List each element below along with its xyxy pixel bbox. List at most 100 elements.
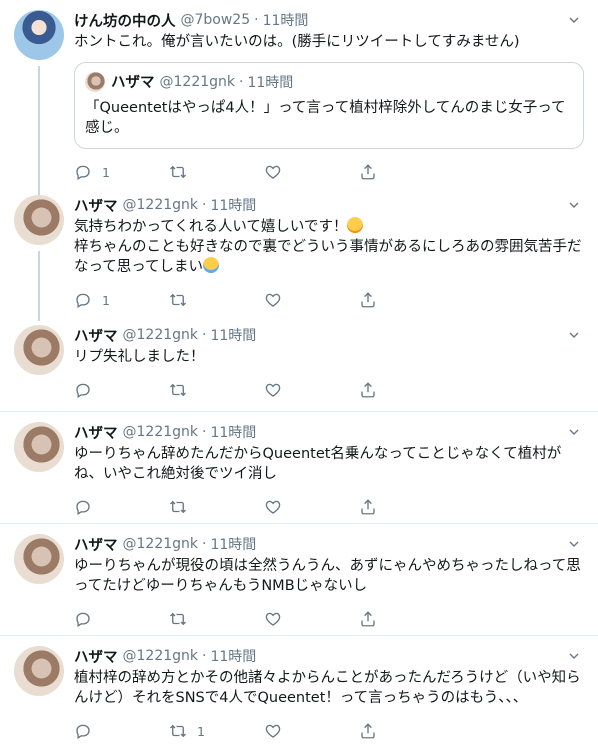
like-button[interactable] xyxy=(264,722,359,740)
avatar[interactable] xyxy=(14,646,64,696)
handle: @1221gnk xyxy=(159,73,236,90)
heart-icon xyxy=(264,722,282,740)
avatar xyxy=(85,71,105,92)
reply-button[interactable]: 1 xyxy=(74,291,169,309)
like-button[interactable] xyxy=(264,163,359,181)
tears-of-joy-emoji-icon xyxy=(203,257,220,273)
timestamp[interactable]: 11時間 xyxy=(263,10,309,30)
reply-count: 1 xyxy=(102,292,110,308)
chevron-down-icon[interactable] xyxy=(564,422,584,442)
display-name[interactable]: けん坊の中の人 xyxy=(74,10,176,31)
chevron-down-icon[interactable] xyxy=(564,325,584,345)
reply-icon xyxy=(74,722,92,740)
like-button[interactable] xyxy=(264,610,359,628)
heart-icon xyxy=(264,381,282,399)
share-button[interactable] xyxy=(359,610,454,628)
timestamp[interactable]: 11時間 xyxy=(210,422,256,442)
avatar[interactable] xyxy=(14,534,64,584)
share-button[interactable] xyxy=(359,498,454,516)
share-button[interactable] xyxy=(359,381,454,399)
retweet-button[interactable] xyxy=(169,163,264,181)
avatar[interactable] xyxy=(14,325,64,375)
handle[interactable]: @1221gnk xyxy=(123,197,199,213)
display-name[interactable]: ハザマ xyxy=(74,325,118,346)
retweet-button[interactable] xyxy=(169,610,264,628)
action-bar: 1 xyxy=(74,716,584,746)
reply-button[interactable] xyxy=(74,722,169,740)
separator-dot: · xyxy=(202,536,207,552)
action-bar xyxy=(74,492,584,522)
like-button[interactable] xyxy=(264,381,359,399)
tweet-text: 植村梓の辞め方とかその他諸々よからんことがあったんだろうけど（いや知らんけど）そ… xyxy=(74,670,581,706)
reply-button[interactable] xyxy=(74,498,169,516)
quoted-tweet[interactable]: ハザマ @1221gnk · 11時間 「Queentetはやっぱ4人！」って言… xyxy=(74,62,584,149)
reply-icon xyxy=(74,291,92,309)
timestamp[interactable]: 11時間 xyxy=(210,646,256,666)
share-button[interactable] xyxy=(359,163,454,181)
share-icon xyxy=(359,610,377,628)
retweet-icon xyxy=(169,381,187,399)
share-button[interactable] xyxy=(359,291,454,309)
display-name[interactable]: ハザマ xyxy=(74,534,118,555)
share-button[interactable] xyxy=(359,722,454,740)
quoted-text: 「Queentetはやっぱ4人！」って言って植村梓除外してんのまじ女子って感じ。 xyxy=(85,100,566,136)
retweet-button[interactable] xyxy=(169,498,264,516)
separator-dot: · xyxy=(202,197,207,213)
tweet-text: ゆーりちゃんが現役の頃は全然うんうん、あずにゃんやめちゃったしねって思ってたけど… xyxy=(74,558,581,594)
heart-icon xyxy=(264,291,282,309)
tweet[interactable]: ハザマ @1221gnk · 11時間 気持ちわかってくれる人いて嬉しいです！ … xyxy=(0,185,598,321)
reply-count: 1 xyxy=(102,164,110,180)
tweet[interactable]: ハザマ @1221gnk · 11時間 ゆーりちゃん辞めたんだからQueente… xyxy=(0,412,598,524)
reply-icon xyxy=(74,163,92,181)
separator-dot: · xyxy=(239,73,244,90)
tweet[interactable]: ハザマ @1221gnk · 11時間 植村梓の辞め方とかその他諸々よからんこと… xyxy=(0,636,598,744)
chevron-down-icon[interactable] xyxy=(564,10,584,30)
separator-dot: · xyxy=(202,648,207,664)
like-button[interactable] xyxy=(264,498,359,516)
tweet[interactable]: けん坊の中の人 @7bow25 · 11時間 ホントこれ。俺が言いたいのは。(勝… xyxy=(0,0,598,197)
avatar[interactable] xyxy=(14,422,64,472)
action-bar xyxy=(74,604,584,634)
avatar[interactable] xyxy=(14,10,64,60)
retweet-count: 1 xyxy=(197,723,205,739)
avatar[interactable] xyxy=(14,195,64,245)
tweet-text: 気持ちわかってくれる人いて嬉しいです！ 梓ちゃんのことも好きなので裏でどういう事… xyxy=(74,217,584,277)
handle[interactable]: @7bow25 xyxy=(181,12,251,28)
timestamp[interactable]: 11時間 xyxy=(210,325,256,345)
retweet-button[interactable] xyxy=(169,291,264,309)
retweet-button[interactable]: 1 xyxy=(169,722,264,740)
tweet-text: ゆーりちゃん辞めたんだからQueentet名乗んなってことじゃなくて植村がね、い… xyxy=(74,446,562,482)
separator-dot: · xyxy=(254,12,259,28)
heart-icon xyxy=(264,163,282,181)
chevron-down-icon[interactable] xyxy=(564,534,584,554)
separator-dot: · xyxy=(202,424,207,440)
chevron-down-icon[interactable] xyxy=(564,646,584,666)
timestamp[interactable]: 11時間 xyxy=(210,534,256,554)
reply-button[interactable] xyxy=(74,381,169,399)
retweet-icon xyxy=(169,722,187,740)
reply-button[interactable] xyxy=(74,610,169,628)
chevron-down-icon[interactable] xyxy=(564,195,584,215)
retweet-icon xyxy=(169,610,187,628)
heart-icon xyxy=(264,498,282,516)
retweet-button[interactable] xyxy=(169,381,264,399)
like-button[interactable] xyxy=(264,291,359,309)
action-bar: 1 xyxy=(74,157,584,187)
retweet-icon xyxy=(169,163,187,181)
handle[interactable]: @1221gnk xyxy=(123,648,199,664)
timestamp[interactable]: 11時間 xyxy=(210,195,256,215)
share-icon xyxy=(359,163,377,181)
tweet[interactable]: ハザマ @1221gnk · 11時間 リプ失礼しました！ xyxy=(0,315,598,412)
tweet[interactable]: ハザマ @1221gnk · 11時間 ゆーりちゃんが現役の頃は全然うんうん、あ… xyxy=(0,524,598,636)
handle[interactable]: @1221gnk xyxy=(123,424,199,440)
display-name[interactable]: ハザマ xyxy=(74,646,118,667)
reply-button[interactable]: 1 xyxy=(74,163,169,181)
handle[interactable]: @1221gnk xyxy=(123,536,199,552)
display-name[interactable]: ハザマ xyxy=(74,422,118,443)
reply-icon xyxy=(74,610,92,628)
display-name[interactable]: ハザマ xyxy=(74,195,118,216)
share-icon xyxy=(359,381,377,399)
action-bar xyxy=(74,375,584,405)
retweet-icon xyxy=(169,498,187,516)
handle[interactable]: @1221gnk xyxy=(123,327,199,343)
